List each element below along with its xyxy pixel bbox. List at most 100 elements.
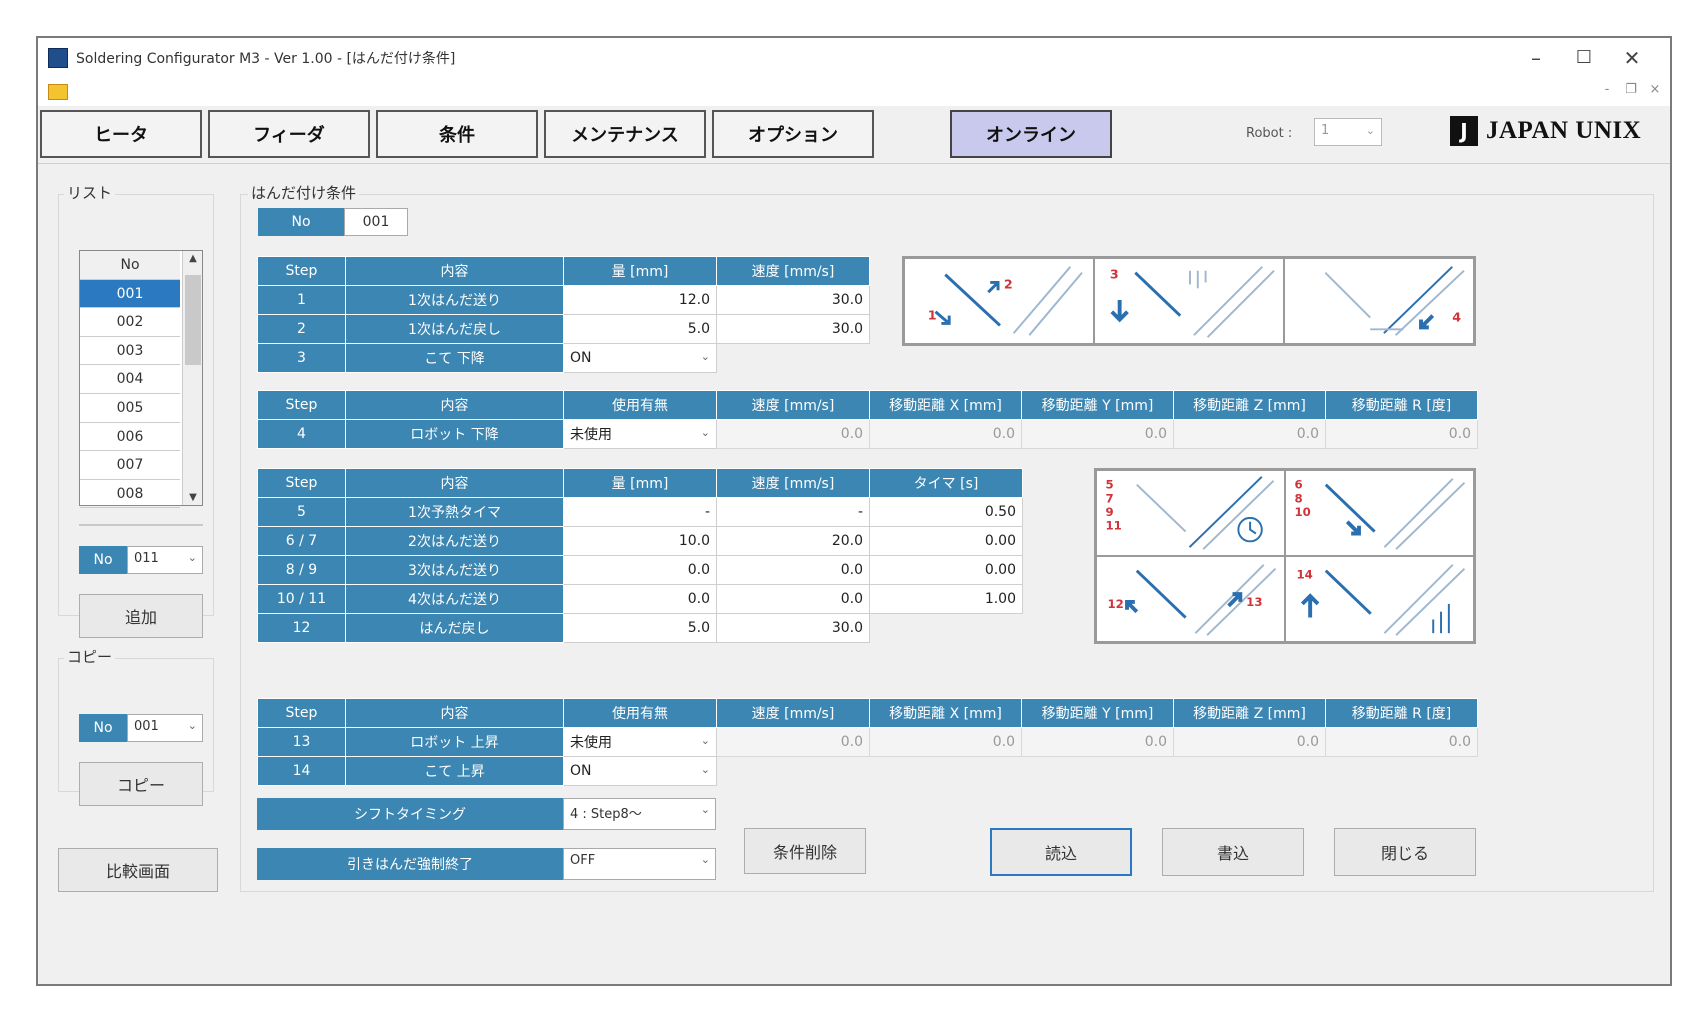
- amount-input[interactable]: 12.0: [563, 285, 717, 315]
- step-cell: 12: [257, 613, 346, 643]
- compare-button[interactable]: 比較画面: [58, 848, 218, 892]
- mdi-minimize-icon[interactable]: -: [1598, 82, 1616, 97]
- scroll-up-icon[interactable]: ▲: [185, 253, 201, 264]
- col-usage: 使用有無: [563, 390, 717, 420]
- col-move-r: 移動距離 R [度]: [1325, 390, 1478, 420]
- move-z-input[interactable]: 0.0: [1173, 419, 1326, 449]
- move-r-input[interactable]: 0.0: [1325, 419, 1478, 449]
- shift-timing-value: 4 : Step8〜: [570, 807, 642, 822]
- list-scrollbar[interactable]: ▲ ▼: [182, 251, 202, 505]
- list-item[interactable]: 008: [80, 480, 180, 509]
- iron-down-select[interactable]: ON ⌄: [563, 343, 717, 373]
- robot-select[interactable]: 1 ⌄: [1314, 118, 1382, 146]
- minimize-icon[interactable]: –: [1516, 42, 1556, 74]
- select-value: ON: [570, 763, 592, 779]
- timer-input[interactable]: 0.00: [869, 555, 1023, 585]
- list-item[interactable]: 004: [80, 365, 180, 394]
- robot-down-usage-select[interactable]: 未使用 ⌄: [563, 419, 717, 449]
- add-button[interactable]: 追加: [79, 594, 203, 638]
- tab-maintenance[interactable]: メンテナンス: [544, 110, 706, 158]
- col-move-z: 移動距離 Z [mm]: [1173, 390, 1326, 420]
- speed-input[interactable]: 30.0: [716, 285, 870, 315]
- scroll-thumb[interactable]: [185, 275, 201, 365]
- close-button[interactable]: 閉じる: [1334, 828, 1476, 876]
- tab-options[interactable]: オプション: [712, 110, 874, 158]
- speed-input[interactable]: 0.0: [716, 419, 870, 449]
- iron-up-select[interactable]: ON ⌄: [563, 756, 717, 786]
- table-row: 5 1次予熱タイマ - - 0.50: [257, 497, 1023, 527]
- content-cell: ロボット 下降: [345, 419, 564, 449]
- soldering-iron-icon: 14: [1296, 564, 1466, 636]
- step-number: 4: [1452, 310, 1461, 325]
- online-button[interactable]: オンライン: [950, 110, 1112, 158]
- list-no-value: 011: [134, 551, 159, 566]
- move-z-input[interactable]: 0.0: [1173, 727, 1326, 757]
- diagram-cell: 14: [1285, 556, 1474, 642]
- read-button[interactable]: 読込: [990, 828, 1132, 876]
- chevron-down-icon: ⌄: [700, 734, 710, 747]
- move-y-input[interactable]: 0.0: [1021, 727, 1174, 757]
- close-icon[interactable]: ✕: [1612, 42, 1652, 74]
- write-button[interactable]: 書込: [1162, 828, 1304, 876]
- move-x-input[interactable]: 0.0: [869, 727, 1022, 757]
- copy-no-select[interactable]: 001 ⌄: [127, 714, 203, 742]
- list-item[interactable]: 005: [80, 394, 180, 423]
- col-step: Step: [257, 468, 346, 498]
- robot-up-usage-select[interactable]: 未使用 ⌄: [563, 727, 717, 757]
- move-x-input[interactable]: 0.0: [869, 419, 1022, 449]
- diagram-cell: 6 8 10: [1285, 470, 1474, 556]
- speed-input[interactable]: 0.0: [716, 727, 870, 757]
- maximize-icon[interactable]: ☐: [1564, 42, 1604, 74]
- delete-condition-button[interactable]: 条件削除: [744, 828, 866, 874]
- move-r-input[interactable]: 0.0: [1325, 727, 1478, 757]
- list-item[interactable]: 002: [80, 308, 180, 337]
- amount-input[interactable]: 5.0: [563, 613, 717, 643]
- tab-conditions[interactable]: 条件: [376, 110, 538, 158]
- shift-timing-select[interactable]: 4 : Step8〜 ⌄: [563, 798, 716, 830]
- chevron-down-icon: ⌄: [700, 763, 710, 776]
- title-bar: Soldering Configurator M3 - Ver 1.00 - […: [38, 38, 1670, 78]
- timer-input[interactable]: 1.00: [869, 584, 1023, 614]
- move-y-input[interactable]: 0.0: [1021, 419, 1174, 449]
- list-item[interactable]: 001: [80, 279, 180, 309]
- mdi-restore-icon[interactable]: ❐: [1622, 82, 1640, 97]
- timer-input[interactable]: 0.00: [869, 526, 1023, 556]
- list-label: リスト: [64, 182, 116, 203]
- document-icon[interactable]: [48, 84, 68, 100]
- speed-input[interactable]: 30.0: [716, 613, 870, 643]
- pull-solder-select[interactable]: OFF ⌄: [563, 848, 716, 880]
- speed-input[interactable]: 30.0: [716, 314, 870, 344]
- amount-input[interactable]: -: [563, 497, 717, 527]
- col-amount: 量 [mm]: [563, 468, 717, 498]
- content-cell: こて 下降: [345, 343, 564, 373]
- mdi-close-icon[interactable]: ×: [1646, 82, 1664, 97]
- list-item[interactable]: 006: [80, 423, 180, 452]
- soldering-iron-icon: 1 2: [928, 266, 1083, 336]
- speed-input[interactable]: 20.0: [716, 526, 870, 556]
- speed-input[interactable]: 0.0: [716, 584, 870, 614]
- timer-input[interactable]: 0.50: [869, 497, 1023, 527]
- condition-listbox[interactable]: No 001 002 003 004 005 006 007 008 ▲ ▼: [79, 250, 203, 509]
- soldering-iron-icon: 12 13: [1107, 564, 1277, 636]
- amount-input[interactable]: 5.0: [563, 314, 717, 344]
- scroll-down-icon[interactable]: ▼: [185, 492, 201, 503]
- amount-input[interactable]: 10.0: [563, 526, 717, 556]
- speed-input[interactable]: -: [716, 497, 870, 527]
- tab-heater[interactable]: ヒータ: [40, 110, 202, 158]
- main-no-value: 001: [344, 208, 408, 236]
- table-row: 6 / 7 2次はんだ送り 10.0 20.0 0.00: [257, 526, 1023, 556]
- tab-feeder[interactable]: フィーダ: [208, 110, 370, 158]
- list-no-select[interactable]: 011 ⌄: [127, 546, 203, 574]
- speed-input[interactable]: 0.0: [716, 555, 870, 585]
- amount-input[interactable]: 0.0: [563, 555, 717, 585]
- list-item[interactable]: 003: [80, 337, 180, 366]
- shift-timing-label: シフトタイミング: [257, 798, 563, 830]
- list-item[interactable]: 007: [80, 451, 180, 480]
- logo-mark: J: [1450, 116, 1478, 146]
- amount-input[interactable]: 0.0: [563, 584, 717, 614]
- col-speed: 速度 [mm/s]: [716, 256, 870, 286]
- step-cell: 10 / 11: [257, 584, 346, 614]
- table-row: 14 こて 上昇 ON ⌄: [257, 756, 1478, 786]
- copy-button[interactable]: コピー: [79, 762, 203, 806]
- step-cell: 6 / 7: [257, 526, 346, 556]
